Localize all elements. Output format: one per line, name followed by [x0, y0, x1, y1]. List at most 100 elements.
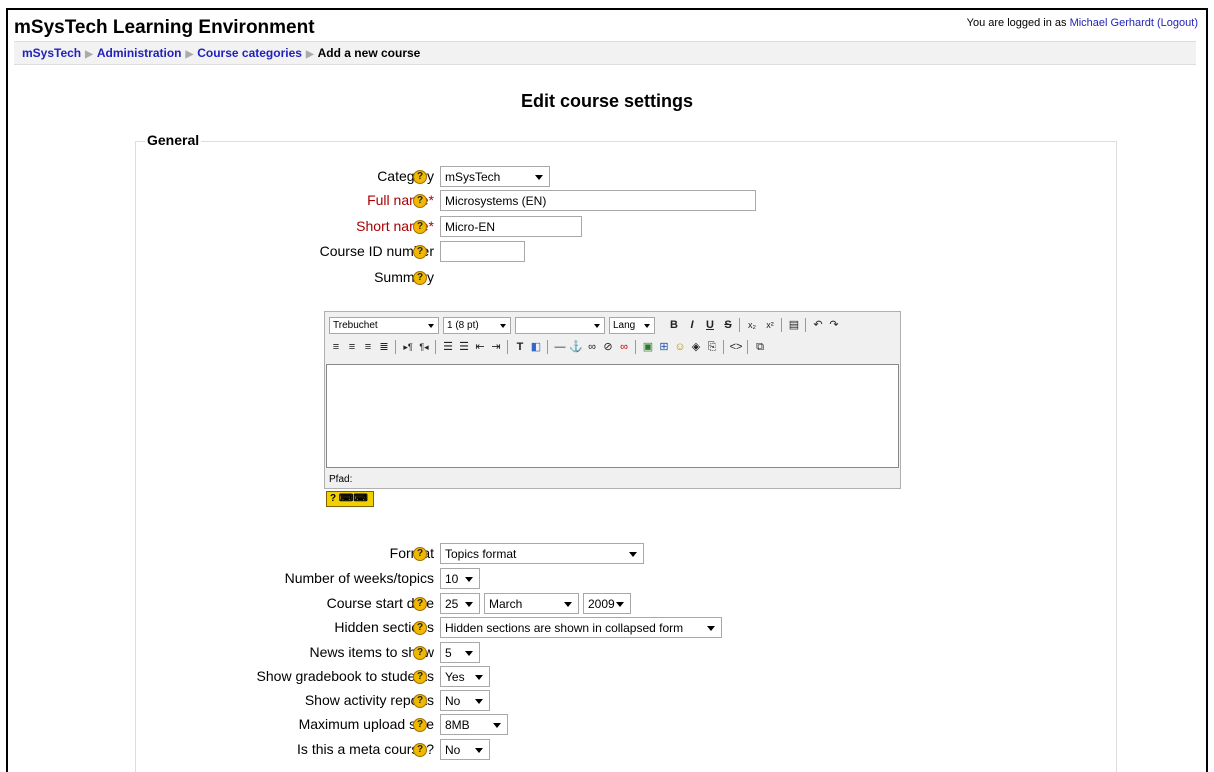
user-profile-link[interactable]: Michael Gerhardt: [1070, 17, 1154, 29]
anchor-icon[interactable]: ⚓: [569, 340, 583, 354]
showgrades-label: Show gradebook to students: [256, 668, 434, 684]
help-icon[interactable]: ?: [413, 547, 427, 561]
help-icon[interactable]: ?: [413, 670, 427, 684]
insert-table-icon[interactable]: ⊞: [657, 340, 671, 354]
help-icon[interactable]: ?: [413, 245, 427, 259]
editor-help-glyph: ?: [330, 493, 337, 504]
indent-icon[interactable]: ⇥: [489, 340, 503, 354]
text-color-icon[interactable]: T: [513, 340, 527, 354]
maxbytes-select[interactable]: 8MB: [440, 714, 508, 735]
strikethrough-icon[interactable]: S: [721, 318, 735, 332]
background-color-icon[interactable]: ◧: [529, 340, 543, 354]
row-idnumber: Course ID number ?: [0, 241, 1214, 263]
align-right-icon[interactable]: ≡: [361, 340, 375, 354]
toolbar-divider: [723, 340, 724, 354]
fullscreen-icon[interactable]: ⧉: [753, 340, 767, 354]
startdate-month-select[interactable]: March: [484, 593, 579, 614]
hiddensections-select[interactable]: Hidden sections are shown in collapsed f…: [440, 617, 722, 638]
editor-textarea[interactable]: [326, 364, 899, 468]
editor-toolbar-row-2: ≡ ≡ ≡ ≣ ▸¶ ¶◂ ☰ ☰ ⇤ ⇥ T ◧ — ⚓ ∞ ⊘ ∞ ▣ ⊞ …: [329, 338, 895, 358]
help-icon[interactable]: ?: [413, 621, 427, 635]
numsections-label: Number of weeks/topics: [284, 570, 434, 586]
row-newsitems: News items to show ? 5: [0, 642, 1214, 664]
justify-icon[interactable]: ≣: [377, 340, 391, 354]
italic-icon[interactable]: I: [685, 318, 699, 332]
insert-image-icon[interactable]: ▣: [641, 340, 655, 354]
format-select[interactable]: Topics format: [440, 543, 644, 564]
page-title: Edit course settings: [520, 91, 694, 111]
editor-help-keyboard-button[interactable]: ? ⌨⌨: [326, 491, 374, 507]
breadcrumb-separator-icon: ▶: [85, 49, 93, 60]
help-icon[interactable]: ?: [413, 597, 427, 611]
underline-icon[interactable]: U: [703, 318, 717, 332]
toolbar-divider: [635, 340, 636, 354]
metacourse-select[interactable]: No: [440, 739, 490, 760]
nolink-icon[interactable]: ∞: [617, 340, 631, 354]
row-showreports: Show activity reports ? No: [0, 690, 1214, 712]
help-icon[interactable]: ?: [413, 194, 427, 208]
smiley-icon[interactable]: ☺: [673, 340, 687, 354]
search-replace-icon[interactable]: ⎘: [705, 340, 719, 354]
row-summary: Summary ?: [0, 267, 1214, 289]
unordered-list-icon[interactable]: ☰: [457, 340, 471, 354]
help-icon[interactable]: ?: [413, 170, 427, 184]
breadcrumb-course-categories[interactable]: Course categories: [197, 46, 302, 60]
clean-word-icon[interactable]: ▤: [787, 318, 801, 332]
style-select[interactable]: [515, 317, 605, 334]
rtl-icon[interactable]: ¶◂: [417, 340, 431, 354]
row-startdate: Course start date ? 25 March 2009: [0, 593, 1214, 615]
breadcrumb-home[interactable]: mSysTech: [22, 46, 81, 60]
site-title: mSysTech Learning Environment: [14, 17, 315, 38]
align-left-icon[interactable]: ≡: [329, 340, 343, 354]
html-source-icon[interactable]: <>: [729, 340, 743, 354]
row-shortname: Short name* ? Micro-EN: [0, 216, 1214, 238]
row-showgrades: Show gradebook to students ? Yes: [0, 666, 1214, 688]
unlink-icon[interactable]: ⊘: [601, 340, 615, 354]
fullname-input[interactable]: Microsystems (EN): [440, 190, 756, 211]
shortname-input[interactable]: Micro-EN: [440, 216, 582, 237]
editor-path-label: Pfad:: [329, 474, 353, 485]
superscript-icon[interactable]: x²: [763, 318, 777, 332]
startdate-year-select[interactable]: 2009: [583, 593, 631, 614]
row-fullname: Full name* ? Microsystems (EN): [0, 190, 1214, 212]
showreports-select[interactable]: No: [440, 690, 490, 711]
size-select[interactable]: 1 (8 pt): [443, 317, 511, 334]
format-label: Format: [389, 545, 434, 561]
toolbar-divider: [395, 340, 396, 354]
newsitems-select[interactable]: 5: [440, 642, 480, 663]
html-editor: Trebuchet 1 (8 pt) Lang B I U S x₂ x² ▤ …: [324, 311, 901, 489]
bold-icon[interactable]: B: [667, 318, 681, 332]
logout-link[interactable]: (Logout): [1157, 17, 1198, 29]
help-icon[interactable]: ?: [413, 271, 427, 285]
category-select[interactable]: mSysTech: [440, 166, 550, 187]
outdent-icon[interactable]: ⇤: [473, 340, 487, 354]
redo-icon[interactable]: ↷: [827, 318, 841, 332]
startdate-day-select[interactable]: 25: [440, 593, 480, 614]
ltr-icon[interactable]: ▸¶: [401, 340, 415, 354]
help-icon[interactable]: ?: [413, 694, 427, 708]
breadcrumb: mSysTech ▶ Administration ▶ Course categorie…: [14, 41, 1196, 65]
showgrades-select[interactable]: Yes: [440, 666, 490, 687]
numsections-select[interactable]: 10: [440, 568, 480, 589]
link-icon[interactable]: ∞: [585, 340, 599, 354]
help-icon[interactable]: ?: [413, 646, 427, 660]
lang-select[interactable]: Lang: [609, 317, 655, 334]
subscript-icon[interactable]: x₂: [745, 318, 759, 332]
editor-toolbar-row-1: Trebuchet 1 (8 pt) Lang B I U S x₂ x² ▤ …: [329, 316, 895, 336]
align-center-icon[interactable]: ≡: [345, 340, 359, 354]
breadcrumb-administration[interactable]: Administration: [97, 46, 182, 60]
toolbar-divider: [747, 340, 748, 354]
toolbar-divider: [507, 340, 508, 354]
special-chars-icon[interactable]: ◈: [689, 340, 703, 354]
font-select[interactable]: Trebuchet: [329, 317, 439, 334]
idnumber-input[interactable]: [440, 241, 525, 262]
horizontal-rule-icon[interactable]: —: [553, 340, 567, 354]
help-icon[interactable]: ?: [413, 220, 427, 234]
help-icon[interactable]: ?: [413, 743, 427, 757]
ordered-list-icon[interactable]: ☰: [441, 340, 455, 354]
breadcrumb-separator-icon: ▶: [185, 49, 194, 60]
toolbar-divider: [805, 318, 806, 332]
undo-icon[interactable]: ↶: [811, 318, 825, 332]
breadcrumb-separator-icon: ▶: [305, 49, 314, 60]
help-icon[interactable]: ?: [413, 718, 427, 732]
